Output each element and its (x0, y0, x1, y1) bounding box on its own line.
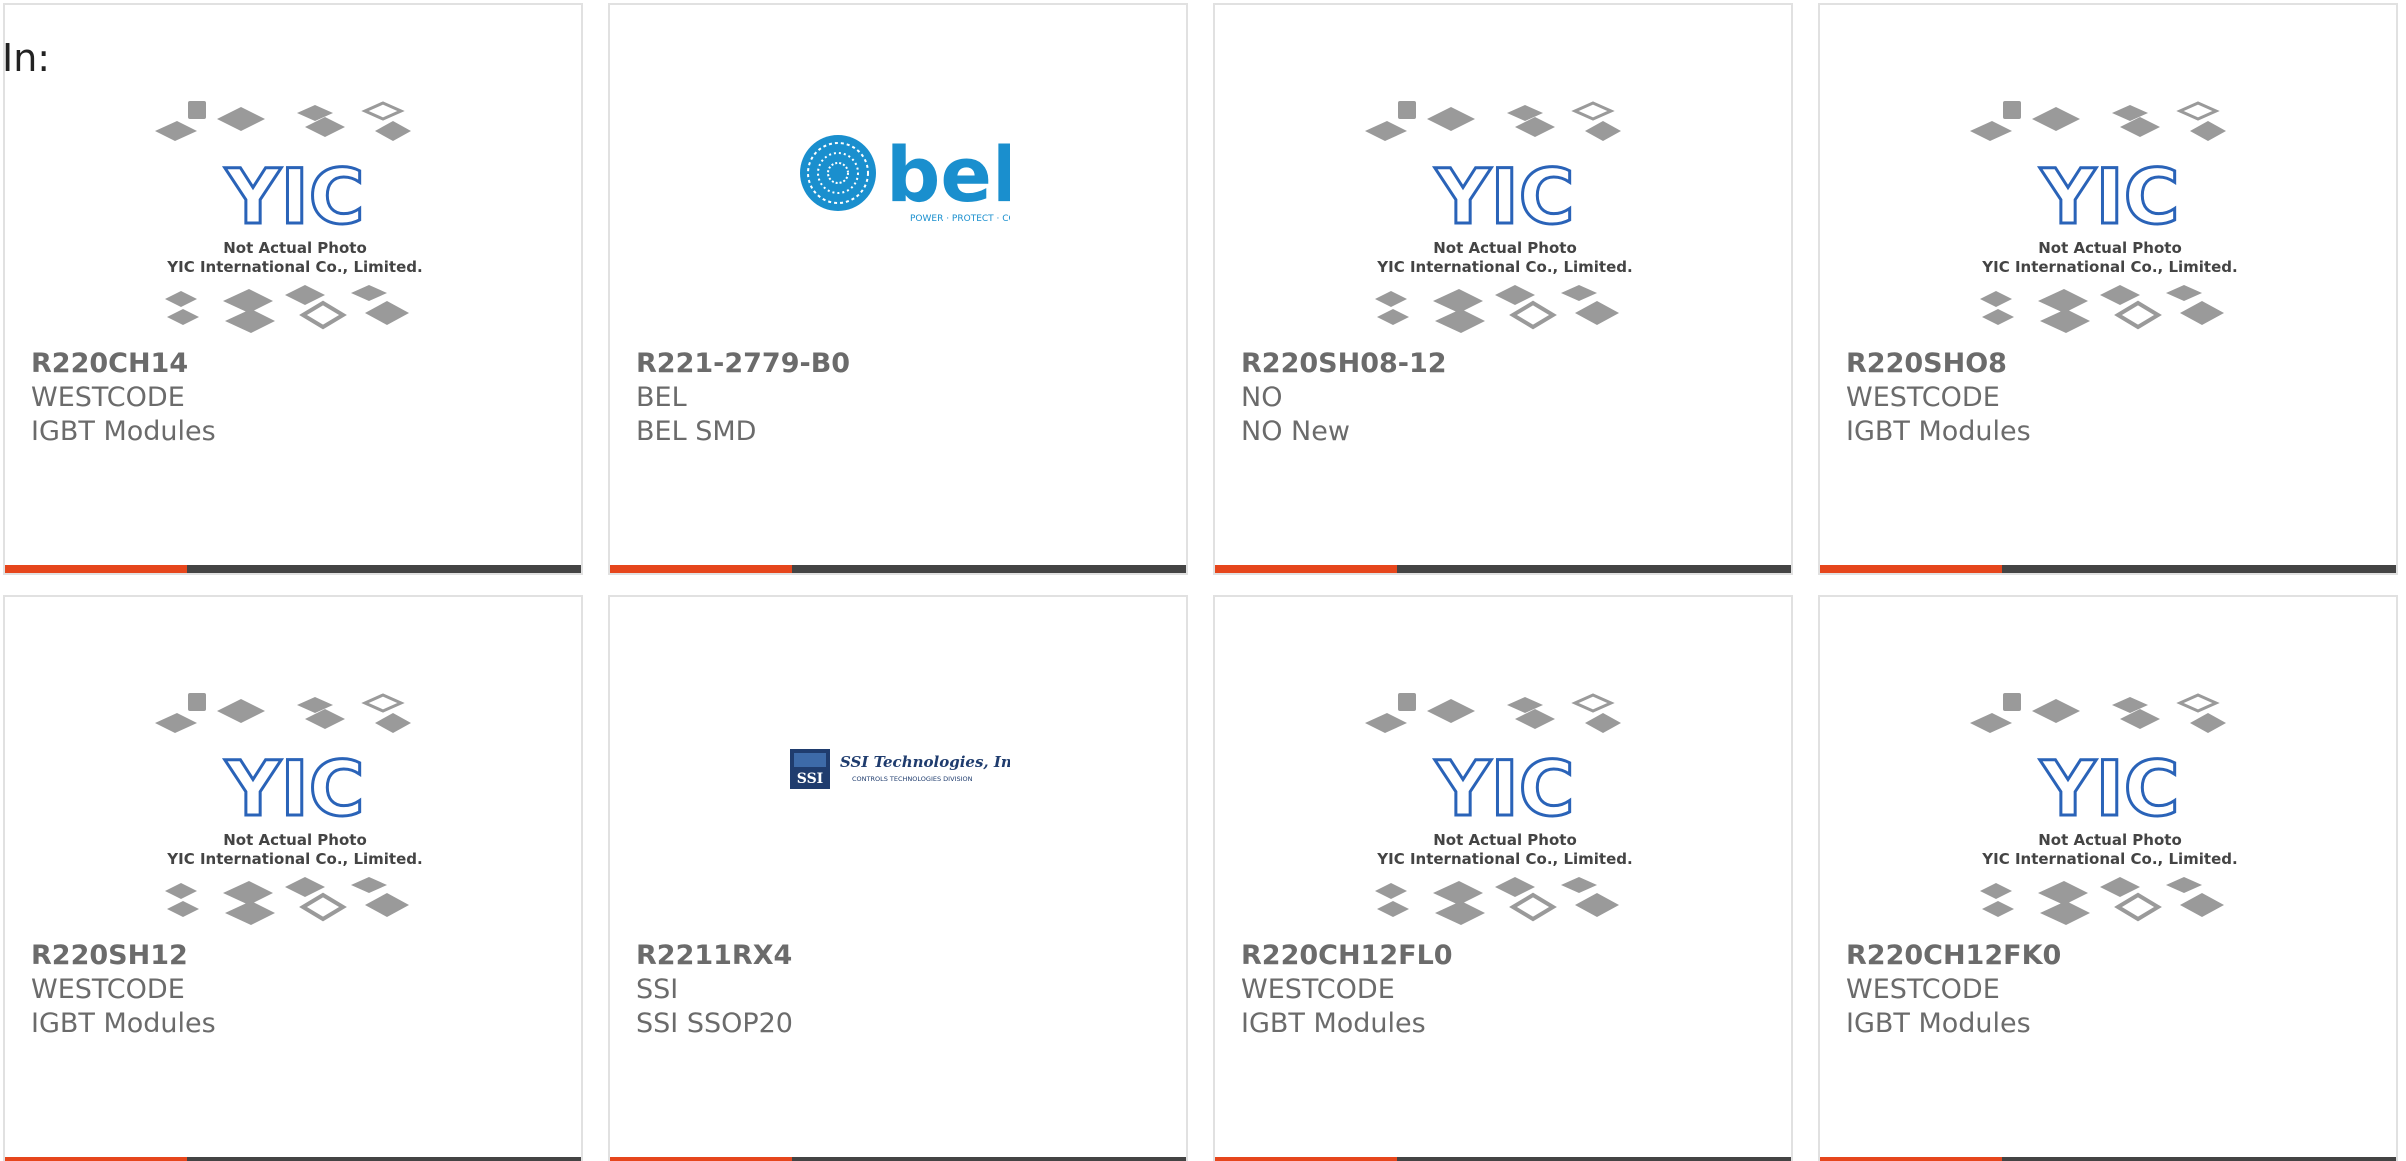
product-part-number[interactable]: R220CH12FL0 (1241, 939, 1453, 973)
product-part-number[interactable]: R220SHO8 (1846, 347, 2031, 381)
not-actual-photo-text: Not Actual Photo (223, 239, 367, 257)
card-accent-bar (1820, 565, 2002, 573)
product-image-placeholder: YIC Not Actual Photo YIC International C… (155, 687, 435, 927)
page: In: YIC Not Actual Photo YIC Internation… (0, 0, 2406, 1161)
bel-globe-icon (800, 135, 876, 211)
product-image-placeholder: YIC Not Actual Photo YIC International C… (155, 95, 435, 335)
product-part-number[interactable]: R220CH14 (31, 347, 216, 381)
product-card[interactable]: SSI SSI Technologies, Inc. CONTROLS TECH… (608, 595, 1188, 1161)
product-maker: SSI (636, 974, 679, 1005)
product-info: R220SHO8 WESTCODE IGBT Modules (1846, 347, 2031, 449)
yic-company-text: YIC International Co., Limited. (1376, 850, 1632, 868)
product-category: SSI SSOP20 (636, 1008, 793, 1039)
product-part-number[interactable]: R220SH12 (31, 939, 216, 973)
product-part-number[interactable]: R2211RX4 (636, 939, 793, 973)
yic-company-text: YIC International Co., Limited. (166, 258, 422, 276)
product-card[interactable]: YIC Not Actual Photo YIC International C… (1213, 3, 1793, 575)
product-info: R220SH08-12 NO NO New (1241, 347, 1447, 449)
not-actual-photo-text: Not Actual Photo (2038, 831, 2182, 849)
product-card[interactable]: YIC Not Actual Photo YIC International C… (3, 3, 583, 575)
yic-company-text: YIC International Co., Limited. (1981, 258, 2237, 276)
bel-logo-image: bel POWER · PROTECT · CONNECT (790, 125, 1047, 229)
product-category: NO New (1241, 416, 1350, 447)
card-accent-bar (5, 1157, 187, 1161)
yic-company-text: YIC International Co., Limited. (1981, 850, 2237, 868)
product-info: R2211RX4 SSI SSI SSOP20 (636, 939, 793, 1041)
card-bottom-bar (610, 1157, 1186, 1161)
card-accent-bar (610, 565, 792, 573)
card-accent-bar (1820, 1157, 2002, 1161)
card-accent-bar (5, 565, 187, 573)
product-maker: NO (1241, 382, 1283, 413)
card-accent-bar (1215, 1157, 1397, 1161)
product-part-number[interactable]: R220CH12FK0 (1846, 939, 2061, 973)
product-maker: WESTCODE (1241, 974, 1395, 1005)
product-category: IGBT Modules (31, 1008, 216, 1039)
product-image-placeholder: YIC Not Actual Photo YIC International C… (1970, 95, 2250, 335)
yic-logo-icon: YIC (2039, 152, 2179, 241)
card-bottom-bar (5, 1157, 581, 1161)
product-category: IGBT Modules (1846, 1008, 2031, 1039)
product-image-placeholder: YIC Not Actual Photo YIC International C… (1365, 95, 1645, 335)
yic-company-text: YIC International Co., Limited. (1376, 258, 1632, 276)
product-card[interactable]: YIC Not Actual Photo YIC International C… (1818, 3, 2398, 575)
product-card[interactable]: YIC Not Actual Photo YIC International C… (3, 595, 583, 1161)
ssi-subtitle: CONTROLS TECHNOLOGIES DIVISION (852, 775, 973, 783)
product-category: IGBT Modules (1846, 416, 2031, 447)
product-maker: WESTCODE (31, 974, 185, 1005)
product-info: R221-2779-B0 BEL BEL SMD (636, 347, 850, 449)
product-maker: WESTCODE (31, 382, 185, 413)
ssi-company-name: SSI Technologies, Inc. (840, 753, 1010, 771)
product-category: IGBT Modules (31, 416, 216, 447)
product-part-number[interactable]: R221-2779-B0 (636, 347, 850, 381)
yic-logo-icon: YIC (224, 744, 364, 833)
card-bottom-bar (1215, 565, 1791, 573)
card-accent-bar (1215, 565, 1397, 573)
card-bottom-bar (1820, 565, 2396, 573)
ssi-mark-text: SSI (797, 771, 823, 787)
product-maker: BEL (636, 382, 687, 413)
product-card[interactable]: YIC Not Actual Photo YIC International C… (1818, 595, 2398, 1161)
product-image-placeholder: YIC Not Actual Photo YIC International C… (1365, 687, 1645, 927)
card-bottom-bar (1820, 1157, 2396, 1161)
product-info: R220CH14 WESTCODE IGBT Modules (31, 347, 216, 449)
product-category: IGBT Modules (1241, 1008, 1426, 1039)
yic-logo-icon: YIC (1434, 744, 1574, 833)
not-actual-photo-text: Not Actual Photo (223, 831, 367, 849)
product-maker: WESTCODE (1846, 382, 2000, 413)
yic-logo-icon: YIC (224, 152, 364, 241)
not-actual-photo-text: Not Actual Photo (1433, 239, 1577, 257)
not-actual-photo-text: Not Actual Photo (1433, 831, 1577, 849)
in-label: In: (2, 36, 51, 80)
bel-tagline: POWER · PROTECT · CONNECT (910, 214, 1010, 224)
card-bottom-bar (1215, 1157, 1791, 1161)
product-part-number[interactable]: R220SH08-12 (1241, 347, 1447, 381)
product-image-placeholder: YIC Not Actual Photo YIC International C… (1970, 687, 2250, 927)
product-info: R220SH12 WESTCODE IGBT Modules (31, 939, 216, 1041)
bel-wordmark: bel (886, 130, 1010, 219)
product-info: R220CH12FK0 WESTCODE IGBT Modules (1846, 939, 2061, 1041)
product-grid: YIC Not Actual Photo YIC International C… (3, 3, 2398, 1161)
yic-logo-icon: YIC (1434, 152, 1574, 241)
yic-logo-icon: YIC (2039, 744, 2179, 833)
product-card[interactable]: bel POWER · PROTECT · CONNECT R221-2779-… (608, 3, 1188, 575)
not-actual-photo-text: Not Actual Photo (2038, 239, 2182, 257)
ssi-logo-image: SSI SSI Technologies, Inc. CONTROLS TECH… (790, 745, 1026, 799)
card-bottom-bar (610, 565, 1186, 573)
product-info: R220CH12FL0 WESTCODE IGBT Modules (1241, 939, 1453, 1041)
product-maker: WESTCODE (1846, 974, 2000, 1005)
card-accent-bar (610, 1157, 792, 1161)
product-category: BEL SMD (636, 416, 757, 447)
yic-company-text: YIC International Co., Limited. (166, 850, 422, 868)
product-card[interactable]: YIC Not Actual Photo YIC International C… (1213, 595, 1793, 1161)
card-bottom-bar (5, 565, 581, 573)
